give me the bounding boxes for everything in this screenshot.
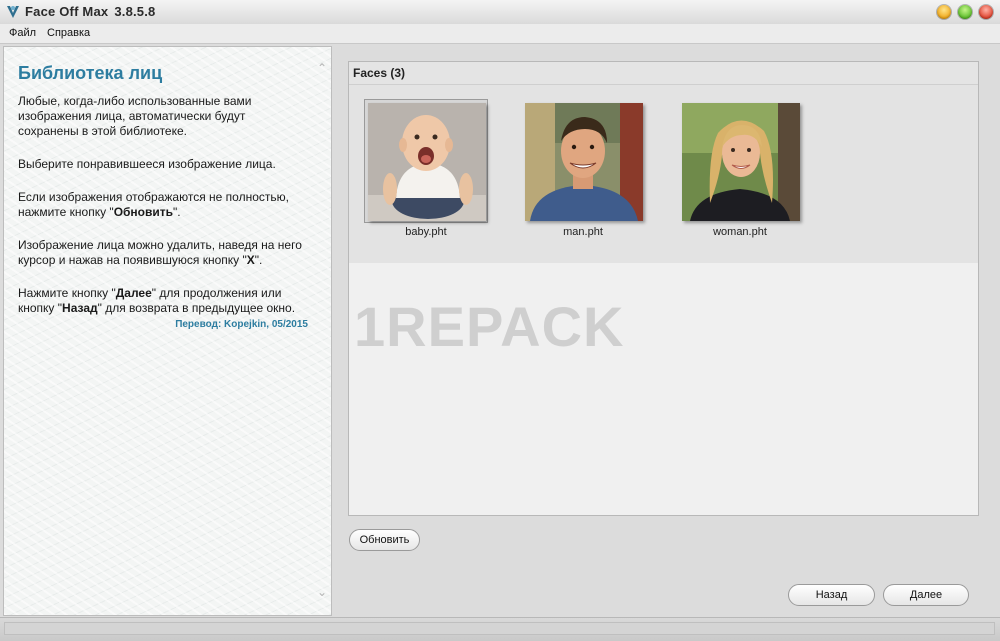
woman-face-thumbnail [682,103,800,221]
menu-bar: Файл Справка [0,24,1000,44]
info-paragraph-3: Если изображения отображаются не полност… [18,190,289,219]
info-paragraph-2: Выберите понравившееся изображение лица. [18,157,276,171]
translator-credit: Перевод: Kopejkin, 05/2015 [175,319,308,330]
info-paragraph-1: Любые, когда-либо использованные вами из… [18,94,252,138]
scroll-up-icon[interactable]: ⌃ [315,61,329,75]
minimize-button[interactable] [937,5,951,19]
baby-face-thumbnail [368,103,486,221]
face-label-baby: baby.pht [405,226,447,238]
face-item-man[interactable]: man.pht [520,99,646,239]
face-frame [364,99,488,223]
info-panel: Библиотека лиц Любые, когда-либо использ… [3,46,332,616]
watermark: 1REPACK [354,295,625,358]
faces-library-panel: Faces (3) baby.pht man.pht woman.pht [348,61,979,516]
faces-strip: baby.pht man.pht woman.pht [349,85,978,263]
face-item-baby[interactable]: baby.pht [363,99,489,239]
face-off-logo-icon [7,6,19,18]
maximize-button[interactable] [958,5,972,19]
app-version: 3.8.5.8 [114,4,156,19]
app-name: Face Off Max [25,4,109,19]
face-label-man: man.pht [563,226,603,238]
status-bar [0,617,1000,641]
faces-header: Faces (3) [349,62,978,85]
title-bar: Face Off Max 3.8.5.8 [0,0,1000,24]
back-button[interactable]: Назад [788,584,875,606]
scroll-down-icon[interactable]: ⌄ [315,585,329,599]
next-button[interactable]: Далее [883,584,969,606]
face-frame [521,99,645,223]
face-label-woman: woman.pht [713,226,767,238]
window-title: Face Off Max 3.8.5.8 [25,4,155,19]
menu-help[interactable]: Справка [47,27,90,39]
info-heading: Библиотека лиц [18,63,163,83]
menu-file[interactable]: Файл [9,27,36,39]
refresh-button[interactable]: Обновить [349,529,420,551]
info-paragraph-4: Изображение лица можно удалить, наведя н… [18,238,302,267]
face-frame [678,99,802,223]
close-button[interactable] [979,5,993,19]
info-content: Библиотека лиц Любые, когда-либо использ… [18,63,308,330]
face-item-woman[interactable]: woman.pht [677,99,803,239]
info-paragraph-5: Нажмите кнопку "Далее" для продолжения и… [18,286,296,315]
status-field [4,622,995,635]
man-face-thumbnail [525,103,643,221]
